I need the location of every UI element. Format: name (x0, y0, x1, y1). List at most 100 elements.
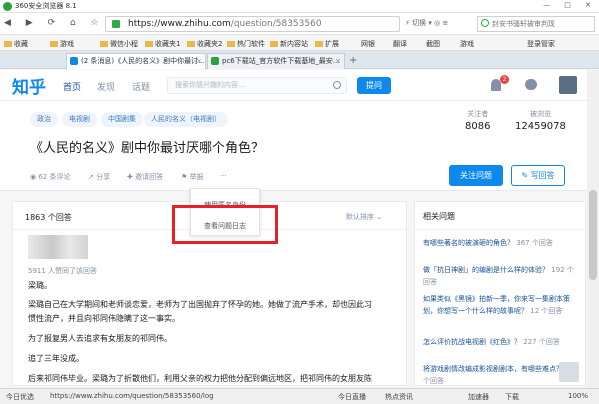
tab-close-icon[interactable]: × (196, 54, 202, 68)
folder-icon (227, 41, 235, 47)
folder-icon (187, 41, 195, 47)
pc6-favicon-icon (211, 57, 219, 65)
answer-paragraph: 惯性流产，并且向祁同伟隐瞒了这一事实。 (28, 314, 180, 323)
highlight-box (172, 205, 278, 244)
related-question[interactable]: 如果类似《黑镜》拍新一季，你来写一集剧本策划，你想写一个什么样的故事呢？ 12 … (423, 293, 575, 317)
status-live[interactable]: 今日直播 (338, 392, 366, 402)
bookmark-item[interactable]: 收藏 (4, 39, 28, 49)
topic-tag[interactable]: 电视剧 (62, 112, 97, 127)
status-bar: 今日优选 https://www.zhihu.com/question/5835… (0, 388, 599, 404)
more-action[interactable]: ··· (220, 172, 227, 180)
related-questions-panel: 相关问题 有哪些著名的被演砸的角色？ 367 个回答 做「抗日神剧」的编剧是什么… (414, 201, 586, 386)
views-label: 被浏览 (529, 110, 551, 118)
tab-close-icon[interactable]: × (335, 54, 341, 68)
address-bar[interactable]: https://www.zhihu.com/question/58353560 (105, 16, 400, 32)
avatar[interactable] (559, 76, 577, 94)
zhihu-header: 知乎 首页 发现 话题 搜索你感兴趣的内容... 提问 2 (0, 70, 599, 101)
comments-action[interactable]: ◉ 62 条评论 (30, 172, 70, 182)
answer-paragraph: 追了三年没成。 (28, 354, 84, 363)
back-to-top-button[interactable] (559, 362, 579, 382)
zhihu-search-input[interactable]: 搜索你感兴趣的内容... (167, 77, 347, 94)
follow-question-button[interactable]: 关注问题 (449, 165, 503, 186)
browser-title: 360安全浏览器 8.1 (15, 2, 77, 10)
topic-tag[interactable]: 中国剧集 (101, 112, 143, 127)
browser-logo-icon (3, 2, 12, 11)
bookmark-item[interactable]: 扩展 (315, 39, 339, 49)
answer-paragraph: 梁璐。 (28, 281, 52, 290)
topic-tag[interactable]: 政治 (30, 112, 58, 127)
status-news[interactable]: 热点资讯 (385, 392, 413, 402)
bookmark-item[interactable]: 新内容站 (270, 39, 308, 49)
ask-question-button[interactable]: 提问 (357, 77, 391, 94)
tab-zhihu[interactable]: (2 条消息)《人民的名义》剧中你最讨... × (66, 53, 206, 69)
bookmark-translate[interactable]: 截图 (426, 39, 440, 49)
related-question[interactable]: 将游戏剧情改编成影视剧剧本，有哪些难点？ 10 个回答 (423, 363, 575, 387)
notification-badge: 2 (500, 75, 509, 84)
browser-search-box[interactable]: 封安书骚轩被审判现 (477, 16, 595, 32)
search-engine-icon (481, 19, 489, 27)
page-scrollbar[interactable] (587, 70, 599, 388)
answer-paragraph: 为了报复男人去追求有女朋友的祁同伟。 (28, 334, 172, 343)
report-action[interactable]: ⚑ 举报 (181, 172, 204, 182)
nav-discover[interactable]: 发现 (97, 80, 115, 93)
related-heading: 相关问题 (423, 212, 455, 221)
sort-dropdown[interactable]: 默认排序 ⌄ (346, 212, 382, 222)
status-url: https://www.zhihu.com/question/58353560/… (50, 392, 214, 400)
related-question[interactable]: 怎么评价抗战电视剧《红色》？ 227 个回答 (423, 336, 575, 348)
agree-count: 5911 人赞同了该回答 (28, 267, 98, 275)
bookmarks-bar: 收藏 游戏 微信小程 收藏夹1 收藏夹2 热门软件 新内容站 扩展 网银 翻译 … (0, 35, 599, 51)
folder-icon (4, 41, 12, 47)
bookmark-game[interactable]: 登录管家 (527, 39, 555, 49)
search-icon[interactable] (333, 81, 341, 89)
url-path: /question/58353560 (230, 19, 322, 29)
topic-tag[interactable]: 人民的名义（电视剧） (144, 112, 228, 127)
bookmark-item[interactable]: 收藏夹2 (187, 39, 222, 49)
address-tools[interactable]: ⚡ 切换 ▾ ◎ ≡ (405, 18, 448, 28)
bookmark-item[interactable]: 热门软件 (227, 39, 265, 49)
views-stat: 被浏览 12459078 (515, 109, 566, 132)
status-accelerator[interactable]: 加速器 (468, 392, 489, 402)
tab-pc6[interactable]: pc6下载站_官方软件下载基地_最安... × (207, 53, 345, 69)
navigation-buttons[interactable]: ◀ ▶ ⟳ ⌂ ☆ (4, 18, 105, 28)
bookmark-screenshot[interactable]: 游戏 (460, 39, 474, 49)
browser-search-placeholder: 封安书骚轩被审判现 (492, 20, 555, 28)
question-header: 政治 电视剧 中国剧集 人民的名义（电视剧） 关注者 8086 被浏览 1245… (0, 101, 599, 191)
divider (415, 229, 585, 230)
folder-icon (50, 41, 58, 47)
question-title: 《人民的名义》剧中你最讨厌哪个角色？ (30, 141, 265, 156)
followers-label: 关注者 (467, 110, 489, 118)
bookmark-extension[interactable]: 网银 (361, 39, 375, 49)
tab-label: pc6下载站_官方软件下载基地_最安... (222, 57, 340, 65)
messages-icon[interactable] (525, 79, 537, 90)
secure-lock-icon (112, 20, 120, 28)
tab-label: (2 条消息)《人民的名义》剧中你最讨... (81, 57, 205, 65)
write-answer-button[interactable]: ✎ 写回答 (511, 165, 565, 186)
bookmark-item[interactable]: 游戏 (50, 39, 74, 49)
related-question[interactable]: 有哪些著名的被演砸的角色？ 367 个回答 (423, 237, 575, 249)
folder-icon (100, 41, 108, 47)
bookmark-item[interactable]: 收藏夹1 (145, 39, 180, 49)
status-today-picks[interactable]: 今日优选 (6, 392, 34, 402)
address-toolbar: ◀ ▶ ⟳ ⌂ ☆ https://www.zhihu.com/question… (0, 13, 599, 35)
folder-icon (145, 41, 153, 47)
zhihu-logo[interactable]: 知乎 (12, 73, 46, 98)
window-controls[interactable]: — □ ✕ (543, 1, 597, 9)
blurred-author (28, 235, 88, 259)
related-question[interactable]: 做「抗日神剧」的编剧是什么样的体验？ 192 个回答 (423, 264, 575, 288)
tab-strip: (2 条消息)《人民的名义》剧中你最讨... × pc6下载站_官方软件下载基地… (0, 51, 599, 69)
invite-action[interactable]: ✚ 邀请回答 (127, 172, 163, 182)
nav-home[interactable]: 首页 (63, 80, 81, 93)
status-zoom[interactable]: 100% (568, 392, 588, 400)
share-action[interactable]: ➚ 分享 (88, 172, 110, 182)
nav-topics[interactable]: 话题 (132, 80, 150, 93)
answer-paragraph: 梁璐自己在大学期间和老师谈恋爱，老师为了出国抛弃了怀孕的她。她做了流产手术，却也… (28, 300, 372, 309)
browser-title-bar: 360安全浏览器 8.1 — □ ✕ (0, 0, 599, 13)
bookmark-item[interactable]: 微信小程 (100, 39, 138, 49)
new-tab-button[interactable]: + (349, 55, 357, 66)
scrollbar-thumb[interactable] (589, 190, 597, 280)
bookmark-bank[interactable]: 翻译 (393, 39, 407, 49)
zhihu-search-placeholder: 搜索你感兴趣的内容... (175, 81, 245, 89)
answer-paragraph: 后来祁同伟毕业。梁璐为了折散他们，利用父亲的权力把他分配到偏远地区，把祁同伟的女… (28, 374, 372, 383)
folder-icon (315, 41, 323, 47)
status-download[interactable]: 下载 (505, 392, 519, 402)
